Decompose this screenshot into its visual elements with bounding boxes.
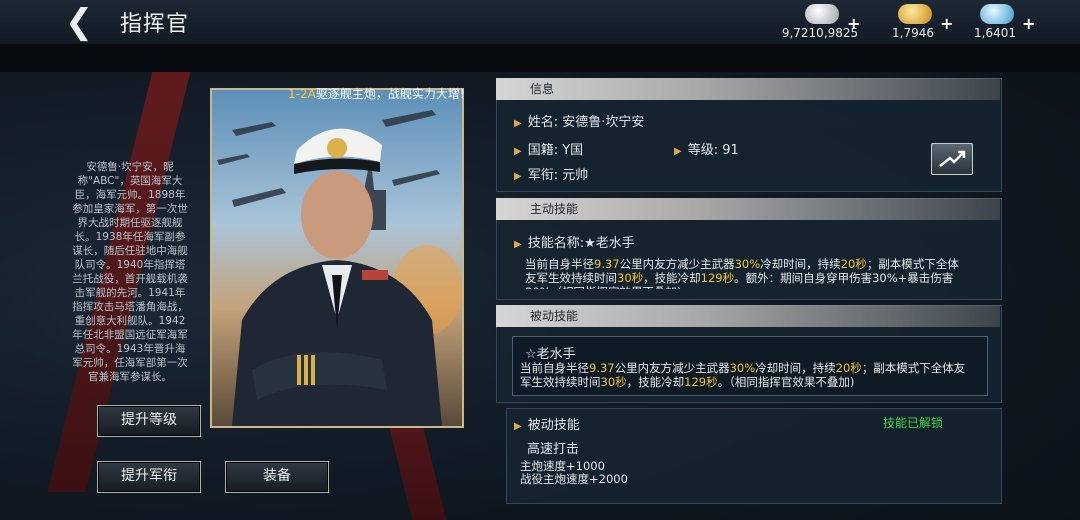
nation-row: ▶ 国籍: Y国	[514, 139, 583, 158]
nation-value: Y国	[562, 143, 584, 158]
active-skill-name-row: ▶ 技能名称:★老水手	[514, 232, 635, 251]
level-label: 等级:	[687, 143, 719, 158]
bullet-icon: ▶	[514, 421, 522, 432]
diamond-icon	[980, 4, 1014, 24]
passive-skill-2-line-1: 主炮速度+1000	[520, 459, 605, 473]
name-value: 安德鲁·坎宁安	[562, 115, 645, 130]
upgrade-level-button[interactable]: 提升等级	[97, 405, 201, 437]
passive-skill-desc: 当前自身半径9.37公里内友方减少主武器30%冷却时间，持续20秒；副本模式下全…	[520, 361, 966, 389]
skill-name-label: 技能名称:	[527, 236, 585, 251]
commander-portrait	[210, 88, 464, 428]
sub-bar	[0, 44, 1080, 72]
diamond-resource[interactable]: + 1,6401	[950, 2, 1040, 42]
active-skill-desc: 当前自身半径9.37公里内友方减少主武器30%冷却时间，持续20秒；副本模式下全…	[525, 257, 959, 289]
skill-unlocked-status: 技能已解锁	[883, 416, 944, 430]
banner-prefix: 1-2A	[288, 87, 316, 101]
page-title: 指挥官	[120, 12, 190, 37]
commander-bio: 安德鲁·坎宁安，昵称"ABC"，英国海军大臣，海军元帅。1898年参加皇家海军，…	[72, 161, 188, 383]
passive-skill-name: ☆老水手	[525, 347, 576, 362]
silver-value: 9,7210,9825	[781, 26, 859, 40]
upgrade-rank-button[interactable]: 提升军衔	[97, 461, 201, 493]
gold-coin-icon	[898, 4, 932, 24]
nation-label: 国籍:	[527, 143, 559, 158]
bullet-icon: ▶	[674, 146, 682, 157]
rank-value: 元帅	[562, 168, 589, 183]
diamond-value: 1,6401	[974, 26, 1016, 40]
promo-banner: 1-2A驱逐舰主炮，战舰实力大增!	[288, 85, 465, 102]
gold-resource[interactable]: + 1,7946	[868, 2, 958, 42]
bullet-icon: ▶	[514, 118, 522, 129]
name-label: 姓名:	[527, 115, 559, 130]
banner-text: 驱逐舰主炮，战舰实力大增!	[315, 87, 465, 101]
bullet-icon: ▶	[514, 171, 522, 182]
passive-skill-header: 被动技能	[496, 305, 1000, 327]
passive-skill-2-label: 被动技能	[527, 418, 580, 433]
back-arrow-icon[interactable]: ❮	[60, 4, 98, 40]
silver-coin-icon	[805, 4, 839, 24]
info-header: 信息	[496, 78, 1000, 100]
passive-skill-2-name: 高速打击	[527, 442, 580, 457]
passive-skill-2-label-row: ▶ 被动技能	[514, 414, 580, 433]
rank-row: ▶ 军衔: 元帅	[514, 164, 588, 183]
passive-skill-2-line-2: 战役主炮速度+2000	[520, 472, 628, 486]
equip-button[interactable]: 装备	[225, 461, 329, 493]
name-row: ▶ 姓名: 安德鲁·坎宁安	[514, 111, 644, 130]
gold-value: 1,7946	[892, 26, 934, 40]
active-skill-header: 主动技能	[496, 198, 1000, 220]
level-value: 91	[722, 143, 739, 158]
bullet-icon: ▶	[514, 239, 522, 250]
level-row: ▶ 等级: 91	[674, 139, 739, 158]
share-icon[interactable]	[931, 143, 973, 175]
active-skill-name: ★老水手	[584, 236, 635, 251]
silver-resource[interactable]: + 9,7210,9825	[775, 2, 865, 42]
rank-label: 军衔:	[527, 168, 559, 183]
bullet-icon: ▶	[514, 146, 522, 157]
